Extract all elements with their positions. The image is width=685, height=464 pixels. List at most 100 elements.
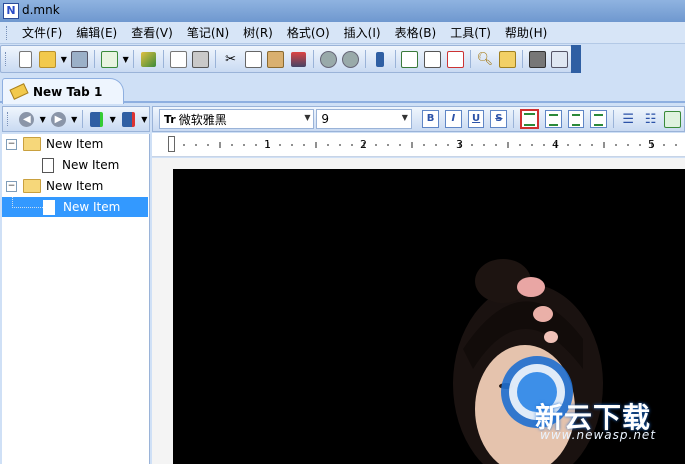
align-center-icon: [548, 114, 558, 126]
font-name-select[interactable]: Tr 微软雅黑 ▼: [159, 109, 315, 129]
menu-format[interactable]: 格式(O): [287, 24, 330, 41]
chevron-down-icon: ▼: [304, 113, 311, 122]
spellcheck-button[interactable]: [288, 48, 309, 70]
tree-item-selected[interactable]: New Item: [2, 196, 148, 217]
collapse-toggle-icon[interactable]: −: [6, 180, 17, 192]
add-node-button[interactable]: [87, 108, 107, 130]
paste-button[interactable]: [266, 48, 287, 70]
font-name-value: 微软雅黑: [178, 112, 227, 127]
dropdown-icon: ▼: [71, 114, 78, 124]
import-button[interactable]: [400, 48, 421, 70]
menu-tree[interactable]: 树(R): [243, 24, 273, 41]
search-button[interactable]: 🔍︎: [475, 48, 496, 70]
new-note-dropdown-button[interactable]: ▼: [122, 48, 130, 70]
toolbar-separator: [312, 50, 314, 68]
toolbar-separator: [365, 50, 366, 68]
dialog-button[interactable]: [549, 48, 570, 70]
ruler-mark-3: 3: [456, 138, 463, 151]
tab-label: New Tab 1: [33, 84, 103, 99]
toolbar-separator: [81, 110, 83, 128]
open-button[interactable]: [37, 48, 58, 70]
bold-button[interactable]: B: [422, 110, 439, 128]
forward-button[interactable]: ▶: [48, 108, 68, 130]
print-preview-icon: [169, 50, 187, 68]
print-icon: [192, 50, 210, 68]
forward-dropdown-button[interactable]: ▼: [71, 108, 78, 130]
menu-help[interactable]: 帮助(H): [505, 24, 547, 41]
copy-icon: [244, 50, 262, 68]
menu-edit[interactable]: 编辑(E): [76, 24, 117, 41]
highlight-button[interactable]: [138, 48, 159, 70]
replace-button[interactable]: [497, 48, 518, 70]
bullet-list-icon: ☰: [622, 111, 635, 127]
align-justify-button[interactable]: [590, 110, 608, 128]
new-icon: [18, 50, 32, 68]
numbered-list-button[interactable]: ☷: [640, 108, 660, 130]
tree-item[interactable]: New Item: [42, 155, 119, 175]
menu-bar: 文件(F) 编辑(E) 查看(V) 笔记(N) 树(R) 格式(O) 插入(I)…: [0, 22, 685, 44]
align-left-button[interactable]: [520, 109, 539, 129]
book-button[interactable]: [527, 48, 548, 70]
new-note-button[interactable]: [99, 48, 120, 70]
copy-button[interactable]: [243, 48, 264, 70]
menu-insert[interactable]: 插入(I): [344, 24, 381, 41]
window-title: d.mnk: [22, 3, 60, 17]
menu-tools[interactable]: 工具(T): [450, 24, 491, 41]
collapse-toggle-icon[interactable]: −: [6, 138, 17, 150]
undo-button[interactable]: [318, 48, 339, 70]
paste-icon: [267, 50, 285, 68]
strikethrough-button[interactable]: S: [490, 110, 508, 128]
delete-node-dropdown-button[interactable]: ▼: [141, 108, 148, 130]
menu-note[interactable]: 笔记(N): [187, 24, 229, 41]
tree-item[interactable]: − New Item: [6, 134, 103, 154]
open-icon: [39, 50, 57, 68]
print-preview-button[interactable]: [168, 48, 189, 70]
italic-button[interactable]: I: [444, 110, 462, 128]
indent-marker[interactable]: [168, 136, 175, 152]
back-button[interactable]: ◀: [17, 108, 37, 130]
toolbar-separator: [133, 50, 135, 68]
toolbar-overflow-button[interactable]: [571, 45, 581, 73]
dropdown-icon: ▼: [60, 54, 67, 64]
print-button[interactable]: [191, 48, 212, 70]
new-button[interactable]: [15, 48, 36, 70]
underline-button[interactable]: U: [467, 110, 485, 128]
add-node-dropdown-button[interactable]: ▼: [109, 108, 116, 130]
toolbar-separator: [613, 110, 615, 128]
align-right-button[interactable]: [567, 110, 585, 128]
font-type-icon: Tr: [164, 112, 176, 126]
dialog-icon: [551, 50, 569, 68]
tab-new-tab-1[interactable]: New Tab 1: [2, 78, 124, 104]
menu-grip-handle[interactable]: [6, 25, 10, 40]
tree-toolbar-grip-handle[interactable]: [7, 112, 11, 126]
tree-button[interactable]: [370, 48, 391, 70]
import-icon: [401, 50, 419, 68]
pencil-icon: [9, 83, 29, 100]
cut-button[interactable]: ✂: [220, 48, 241, 70]
delete-node-button[interactable]: [118, 108, 138, 130]
align-right-icon: [571, 114, 581, 126]
highlight-icon: [141, 51, 157, 67]
menu-view[interactable]: 查看(V): [131, 24, 173, 41]
redo-button[interactable]: [340, 48, 361, 70]
tree-item[interactable]: − New Item: [6, 176, 103, 196]
delete-button[interactable]: [445, 48, 466, 70]
align-center-button[interactable]: [544, 110, 562, 128]
font-size-select[interactable]: 9 ▼: [316, 109, 412, 129]
back-dropdown-button[interactable]: ▼: [39, 108, 46, 130]
toolbar-separator: [521, 50, 523, 68]
menu-file[interactable]: 文件(F): [22, 24, 62, 41]
toolbar-separator: [394, 50, 396, 68]
menu-table[interactable]: 表格(B): [395, 24, 437, 41]
note-icon: [43, 199, 55, 215]
toolbar-grip-handle[interactable]: [5, 52, 9, 66]
bullet-list-button[interactable]: ☰: [618, 108, 638, 130]
table-icon: [664, 110, 682, 128]
save-button[interactable]: [70, 48, 91, 70]
tree-item-label: New Item: [63, 200, 121, 214]
insert-table-button[interactable]: [663, 108, 683, 130]
open-dropdown-button[interactable]: ▼: [60, 48, 68, 70]
edit-button[interactable]: [422, 48, 443, 70]
ruler-mark-4: 4: [552, 138, 559, 151]
tree-toolbar: ◀ ▼ ▶ ▼ ▼ ▼: [2, 106, 150, 132]
